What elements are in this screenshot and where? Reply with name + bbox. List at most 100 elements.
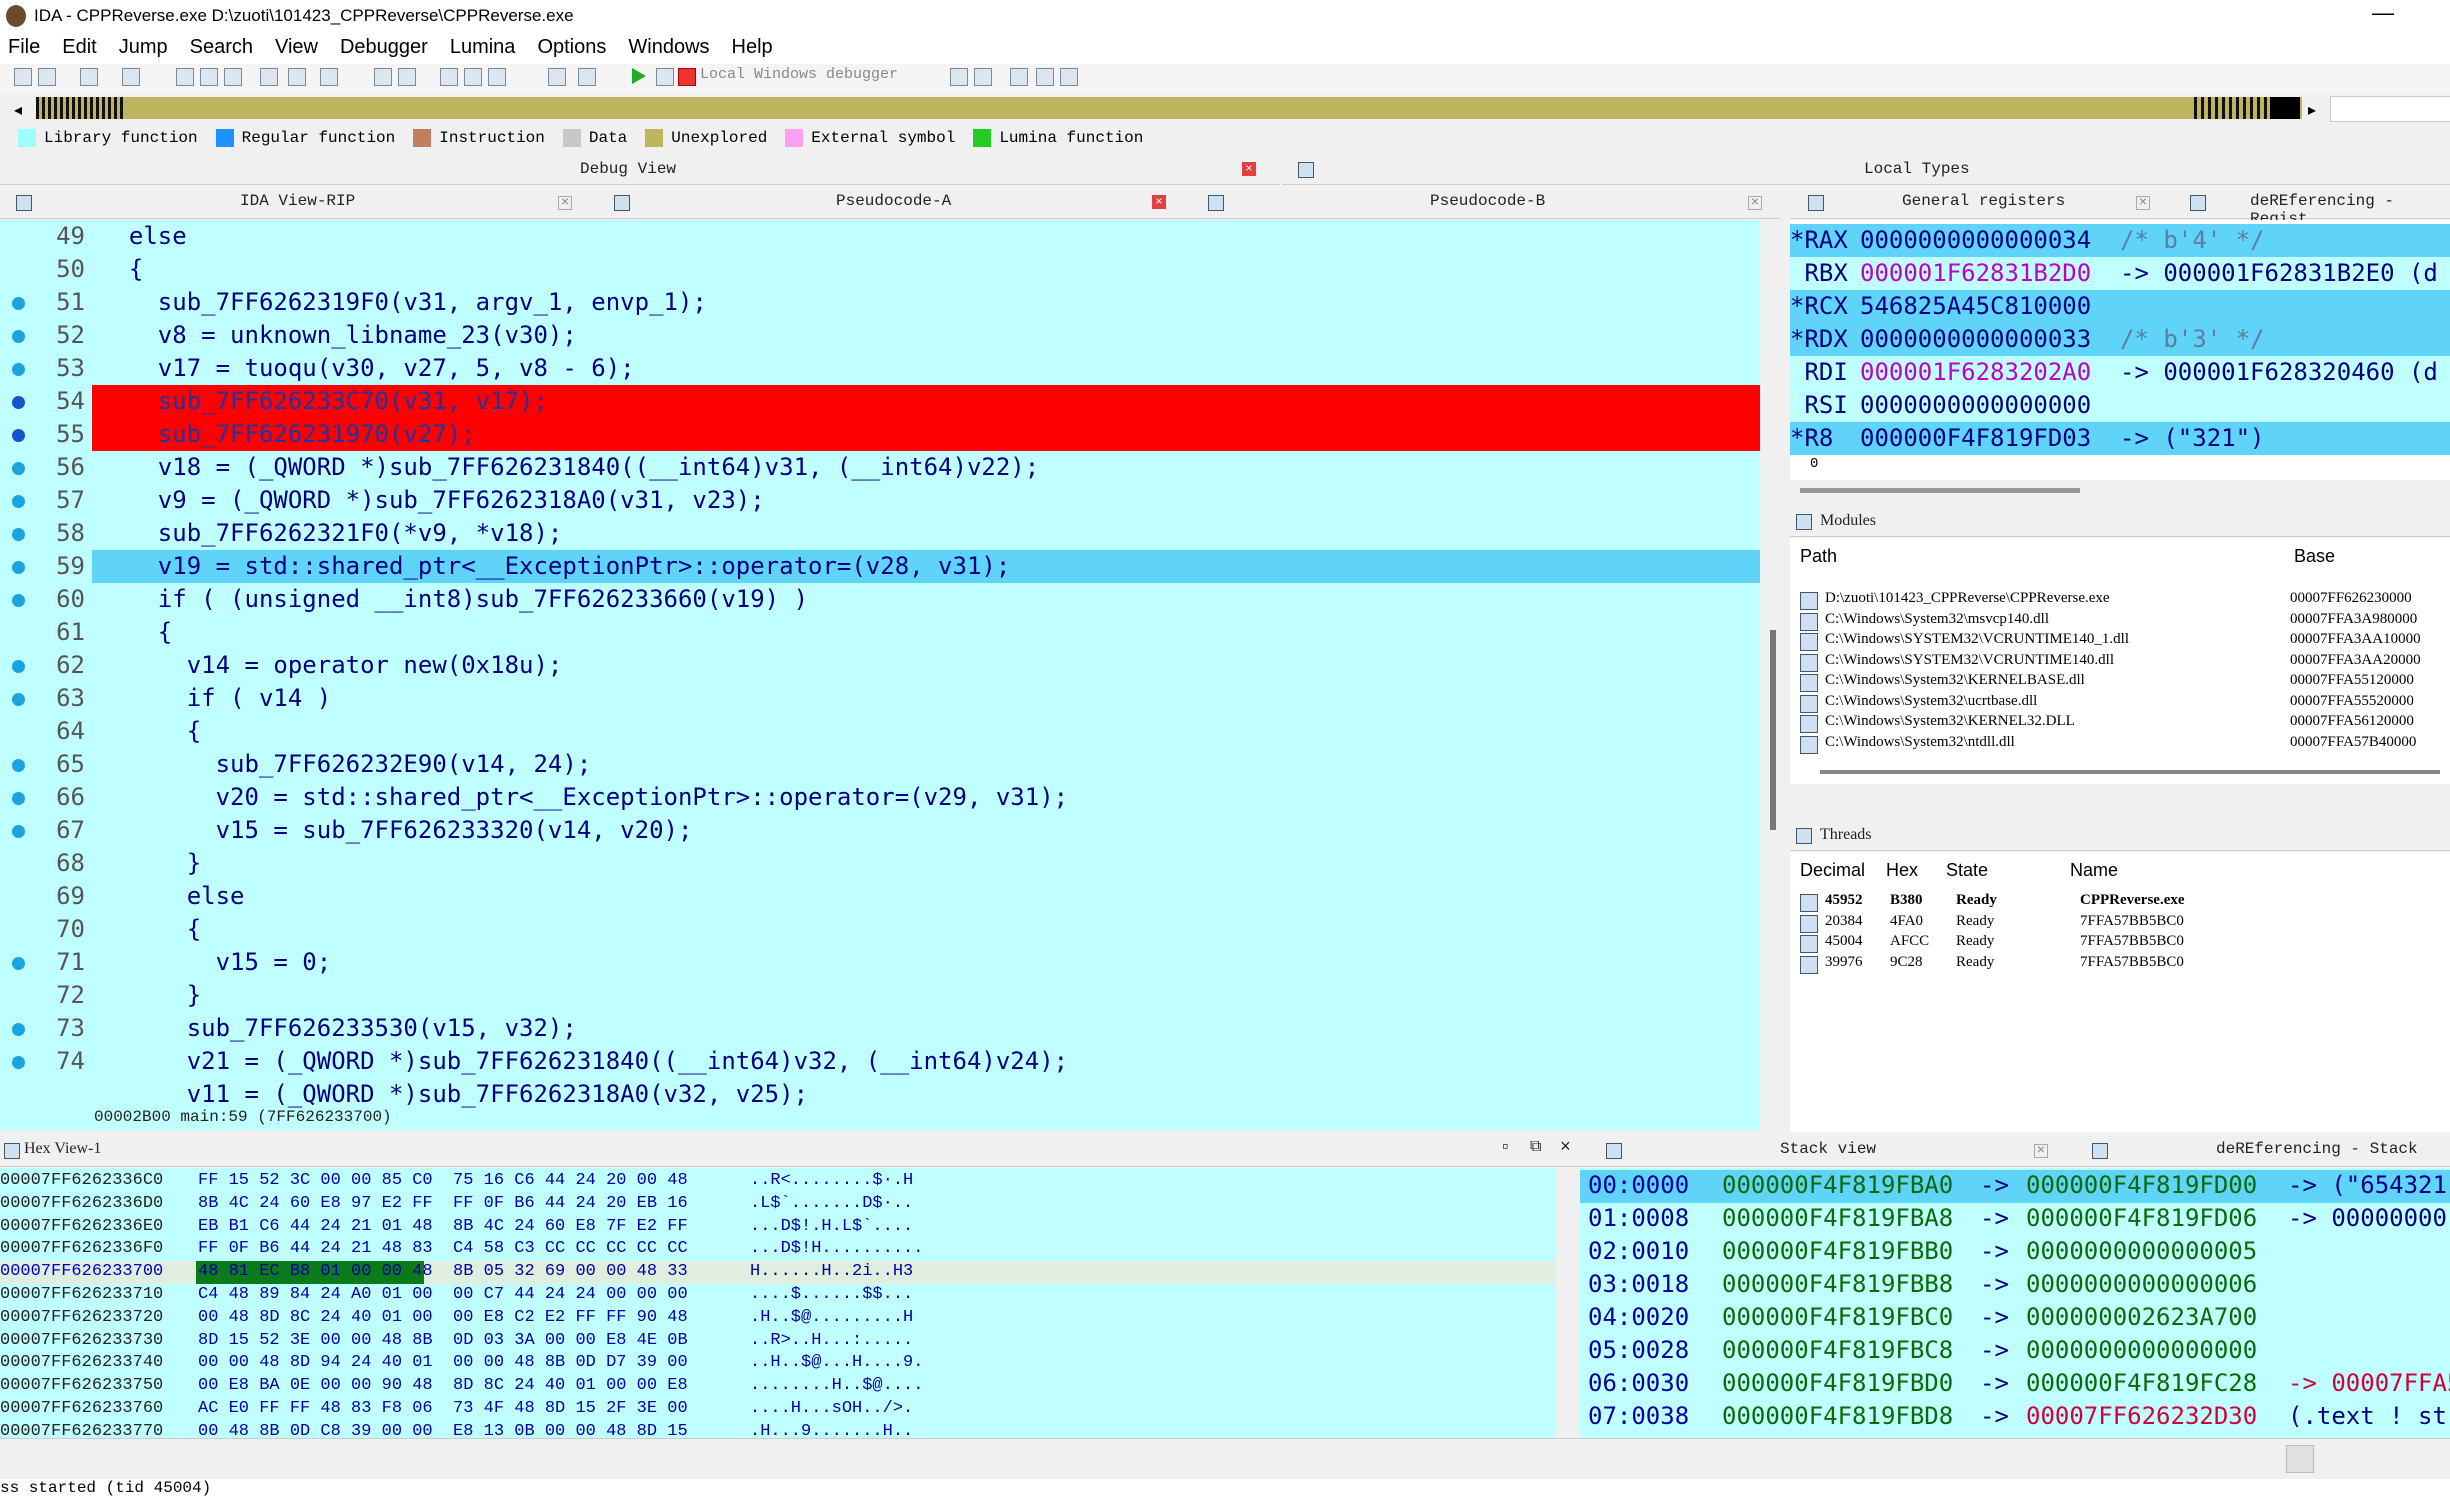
func-icon[interactable] [548,68,566,86]
code-text[interactable]: v8 = unknown_libname_23(v30); [100,321,577,349]
breakpoint-marker-icon[interactable] [12,1023,25,1036]
hex-ascii[interactable]: ..H..$@...H....9. [750,1353,923,1372]
register-row[interactable]: *R8 000000F4F819FD03 -> ("321") [1790,422,2450,455]
tab-debug-view[interactable]: Debug View [580,160,676,178]
stack-view[interactable]: 00:0000 000000F4F819FBA0 -> 000000F4F819FD0… [1580,1168,2450,1438]
code-text[interactable]: sub_7FF626232E90(v14, 24); [100,750,592,778]
hex-ascii[interactable]: ....H...sOH../>. [750,1399,913,1418]
hex-ascii[interactable]: ........H..$@.... [750,1376,923,1395]
nav-right-arrow-icon[interactable]: ▸ [2308,100,2316,120]
tab-general-registers[interactable]: General registers [1902,192,2065,210]
thread-row[interactable]: 39976 9C28 Ready 7FFA57BB5BC0 [1800,954,2440,974]
module-row[interactable]: C:\Windows\System32\msvcp140.dll 00007FFA… [1800,611,2440,631]
code-text[interactable]: v20 = std::shared_ptr<__ExceptionPtr>::o… [100,783,1069,811]
search-icon[interactable] [176,68,194,86]
stack-addr[interactable]: 000000F4F819FBB8 [1722,1270,1953,1298]
code-text[interactable]: if ( (unsigned __int8)sub_7FF626233660(v… [100,585,808,613]
code-text[interactable]: sub_7FF626233530(v15, v32); [100,1014,577,1042]
breakpoint-marker-icon[interactable] [12,561,25,574]
code-line[interactable]: 56 v18 = (_QWORD *)sub_7FF626231840((__i… [0,451,1760,484]
code-text[interactable]: { [100,255,143,283]
hex-bytes[interactable]: 8B 4C 24 60 E8 97 E2 FF FF 0F B6 44 24 2… [198,1194,688,1213]
output-scroll-button[interactable] [2286,1445,2314,1473]
hex-row[interactable]: 00007FF626233770 00 48 8B 0D C8 39 00 00 … [0,1421,1556,1438]
tab-stack-view[interactable]: Stack view [1780,1140,1876,1158]
hex-bytes[interactable]: EB B1 C6 44 24 21 01 48 8B 4C 24 60 E8 7… [198,1217,688,1236]
stack-val[interactable]: 000000002623A700 [2026,1303,2257,1331]
register-row[interactable]: RBX 000001F62831B2D0 -> 000001F62831B2E0 (… [1790,257,2450,290]
open-icon[interactable] [14,68,32,86]
close-icon[interactable]: × [2136,196,2150,210]
tab-pseudocode-b[interactable]: Pseudocode-B [1430,192,1545,210]
code-text[interactable]: v19 = std::shared_ptr<__ExceptionPtr>::o… [100,552,1011,580]
hex-ascii[interactable]: ....$......$$... [750,1285,913,1304]
breakpoint-marker-icon[interactable] [12,693,25,706]
stack-val[interactable]: 0000000000000005 [2026,1237,2257,1265]
code-text[interactable]: v18 = (_QWORD *)sub_7FF626231840((__int6… [100,453,1039,481]
step-into-icon[interactable] [950,68,968,86]
hex-bytes[interactable]: 00 48 8B 0D C8 39 00 00 E8 13 0B 00 00 4… [198,1422,688,1438]
code-text[interactable]: } [100,981,201,1009]
hex-bytes[interactable]: C4 48 89 84 24 A0 01 00 00 C7 44 24 24 0… [198,1285,688,1304]
layout-icon[interactable] [1010,68,1028,86]
code-text[interactable]: v15 = 0; [100,948,332,976]
hex-row[interactable]: 00007FF6262336D0 8B 4C 24 60 E8 97 E2 FF … [0,1193,1556,1216]
jump-icon[interactable] [288,68,306,86]
code-line[interactable]: 59 v19 = std::shared_ptr<__ExceptionPtr>… [0,550,1760,583]
close-icon[interactable]: × [2034,1144,2048,1158]
code-icon[interactable] [440,68,458,86]
code-line[interactable]: 70 { [0,913,1760,946]
stack-val[interactable]: 000000F4F819FC28 [2026,1369,2257,1397]
code-line[interactable]: v11 = (_QWORD *)sub_7FF6262318A0(v32, v2… [0,1078,1760,1108]
breakpoint-marker-icon[interactable] [12,594,25,607]
code-text[interactable]: { [100,618,172,646]
code-text[interactable]: sub_7FF6262319F0(v31, argv_1, envp_1); [100,288,707,316]
close-icon[interactable]: × [558,196,572,210]
tab-ida-view[interactable]: IDA View-RIP [240,192,355,210]
breakpoint-marker-icon[interactable] [12,528,25,541]
hex-view[interactable]: 00007FF6262336C0 FF 15 52 3C 00 00 85 C0 … [0,1168,1556,1438]
stack-row[interactable]: 03:0018 000000F4F819FBB8 -> 000000000000000… [1580,1269,2450,1302]
code-text[interactable]: v14 = operator new(0x18u); [100,651,563,679]
code-line[interactable]: 60 if ( (unsigned __int8)sub_7FF62623366… [0,583,1760,616]
hex-bytes[interactable]: FF 15 52 3C 00 00 85 C0 75 16 C6 44 24 2… [198,1171,688,1190]
register-row[interactable]: *RCX 546825A45C810000 [1790,290,2450,323]
stack-row[interactable]: 00:0000 000000F4F819FBA0 -> 000000F4F819FD0… [1580,1170,2450,1203]
stack-addr[interactable]: 000000F4F819FBC0 [1722,1303,1953,1331]
hex-ascii[interactable]: ...D$!.H.L$`.... [750,1217,913,1236]
module-row[interactable]: D:\zuoti\101423_CPPReverse\CPPReverse.ex… [1800,590,2440,610]
stack-addr[interactable]: 000000F4F819FBA0 [1722,1171,1953,1199]
list-icon[interactable] [1036,68,1054,86]
close-icon[interactable]: × [1242,162,1256,176]
hex-bytes[interactable]: 00 E8 BA 0E 00 00 90 48 8D 8C 24 40 01 0… [198,1376,688,1395]
code-text[interactable]: else [100,882,245,910]
code-text[interactable]: if ( v14 ) [100,684,332,712]
stack-val[interactable]: 000000F4F819FD00 [2026,1171,2257,1199]
breakpoint-marker-icon[interactable] [12,297,25,310]
menu-lumina[interactable]: Lumina [450,36,516,59]
data-icon[interactable] [464,68,482,86]
navigator-strip[interactable] [36,97,2302,119]
code-line[interactable]: 52 v8 = unknown_libname_23(v30); [0,319,1760,352]
pseudocode-view[interactable]: 49 else 50 {51 sub_7FF6262319F0(v31, argv… [0,220,1760,1108]
hex-ascii[interactable]: ..R<........$·.H [750,1171,913,1190]
code-line[interactable]: 73 sub_7FF626233530(v15, v32); [0,1012,1760,1045]
maximize-icon[interactable]: ▫ [1500,1138,1511,1158]
code-line[interactable]: 61 { [0,616,1760,649]
breakpoint-marker-icon[interactable] [12,495,25,508]
hex-row[interactable]: 00007FF626233740 00 00 48 8D 94 24 40 01 … [0,1352,1556,1375]
hex-ascii[interactable]: .H..$@.........H [750,1308,913,1327]
list2-icon[interactable] [1060,68,1078,86]
code-text[interactable]: v15 = sub_7FF626233320(v14, v20); [100,816,693,844]
save-icon[interactable] [38,68,56,86]
code-line[interactable]: 64 { [0,715,1760,748]
hex-ascii[interactable]: .H...9.......H.. [750,1422,913,1438]
tab-pseudocode-a[interactable]: Pseudocode-A [836,192,951,210]
stack-addr[interactable]: 000000F4F819FBC8 [1722,1336,1953,1364]
hex-bytes[interactable]: 8D 15 52 3E 00 00 48 8B 0D 03 3A 00 00 E… [198,1331,688,1350]
register-value[interactable]: 0000000000000034 [1860,226,2091,254]
menu-options[interactable]: Options [537,36,606,59]
stack-row[interactable]: 02:0010 000000F4F819FBB0 -> 000000000000000… [1580,1236,2450,1269]
unknown-icon[interactable] [488,68,506,86]
code-line[interactable]: 49 else [0,220,1760,253]
